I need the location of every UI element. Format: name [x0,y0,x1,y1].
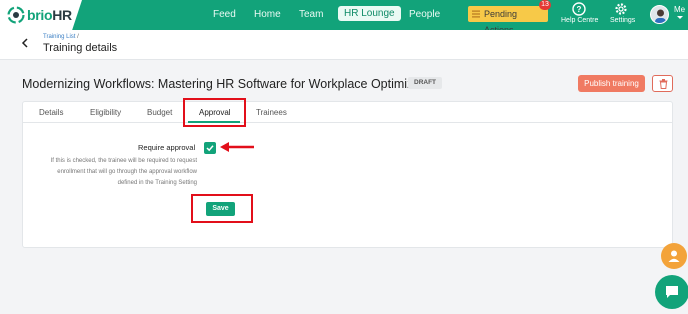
red-arrow-icon [220,142,254,152]
publish-training-button[interactable]: Publish training [578,75,645,92]
nav-home[interactable]: Home [254,9,281,20]
profile-fab-button[interactable] [661,243,687,269]
list-icon [472,10,480,18]
tab-trainees[interactable]: Trainees [256,108,287,117]
breadcrumb: Training List / [43,34,79,40]
nav-team[interactable]: Team [299,9,323,20]
chevron-down-icon[interactable] [677,16,683,19]
approval-tab-highlight [183,98,246,127]
logo-text: brioHR [27,7,72,23]
logo[interactable]: brioHR [0,0,82,30]
pending-count-badge: 13 [539,0,551,10]
svg-text:?: ? [577,5,582,14]
me-label[interactable]: Me [674,5,685,14]
status-badge: DRAFT [408,77,443,89]
settings-label[interactable]: Settings [610,17,635,24]
nav-hr-lounge[interactable]: HR Lounge [338,6,401,21]
brio-logo-icon [7,6,25,24]
help-centre-label[interactable]: Help Centre [561,17,598,24]
tab-eligibility[interactable]: Eligibility [90,108,121,117]
chat-icon [666,286,678,298]
require-approval-description: If this is checked, the trainee will be … [50,158,197,186]
page-title: Training details [43,42,118,54]
require-approval-checkbox[interactable] [204,142,216,154]
gear-icon[interactable] [614,2,628,16]
nav-people[interactable]: People [409,9,440,20]
breadcrumb-separator: / [77,34,79,40]
require-approval-label: Require approval [138,143,196,152]
check-icon [206,145,214,152]
nav-feed[interactable]: Feed [213,9,236,20]
training-title: Modernizing Workflows: Mastering HR Soft… [22,77,441,91]
delete-button[interactable] [652,75,673,92]
breadcrumb-training-list[interactable]: Training List [43,34,75,40]
tab-budget[interactable]: Budget [147,108,172,117]
tab-details[interactable]: Details [39,108,63,117]
back-arrow-icon[interactable] [20,38,30,48]
pending-actions-button[interactable]: Pending Actions [468,6,548,35]
avatar[interactable] [650,5,669,24]
help-icon[interactable]: ? [572,2,586,16]
save-button-highlight [191,194,253,223]
trash-icon [659,79,668,89]
chat-fab-button[interactable] [655,275,688,309]
user-icon [668,250,680,262]
